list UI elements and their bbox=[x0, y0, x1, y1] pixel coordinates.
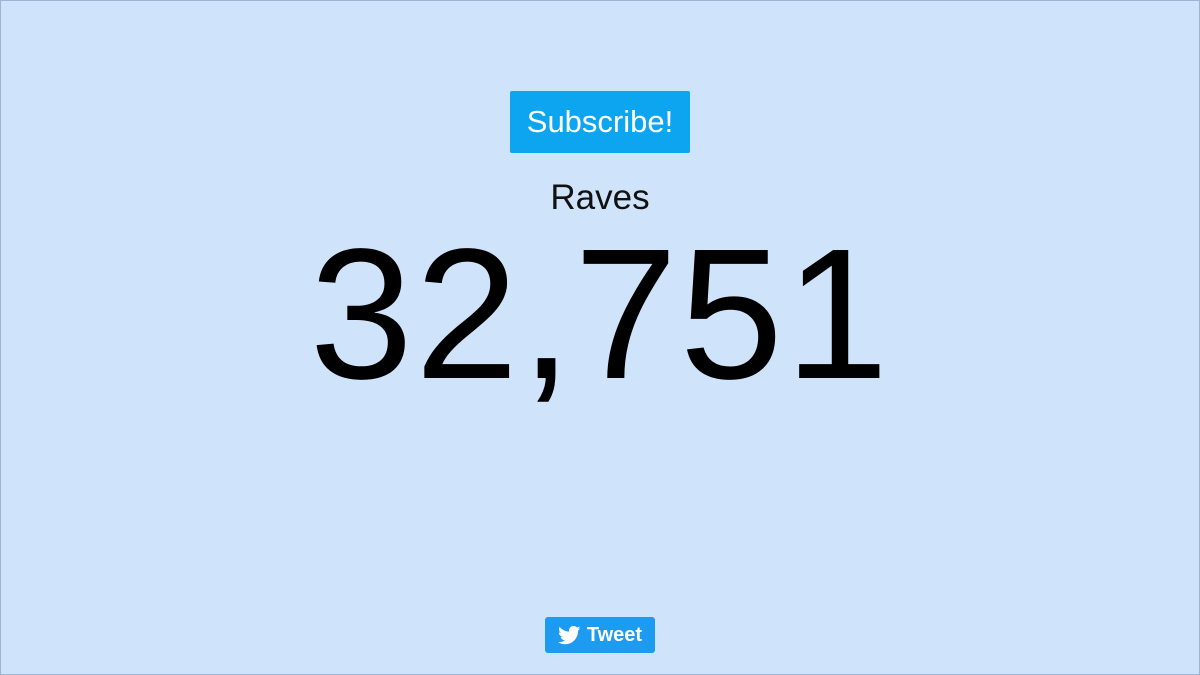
subscribe-button[interactable]: Subscribe! bbox=[510, 91, 690, 153]
tweet-button[interactable]: Tweet bbox=[545, 617, 655, 653]
twitter-bird-icon bbox=[557, 625, 581, 644]
counter-value: 32,751 bbox=[309, 211, 891, 418]
tweet-label: Tweet bbox=[586, 624, 643, 646]
